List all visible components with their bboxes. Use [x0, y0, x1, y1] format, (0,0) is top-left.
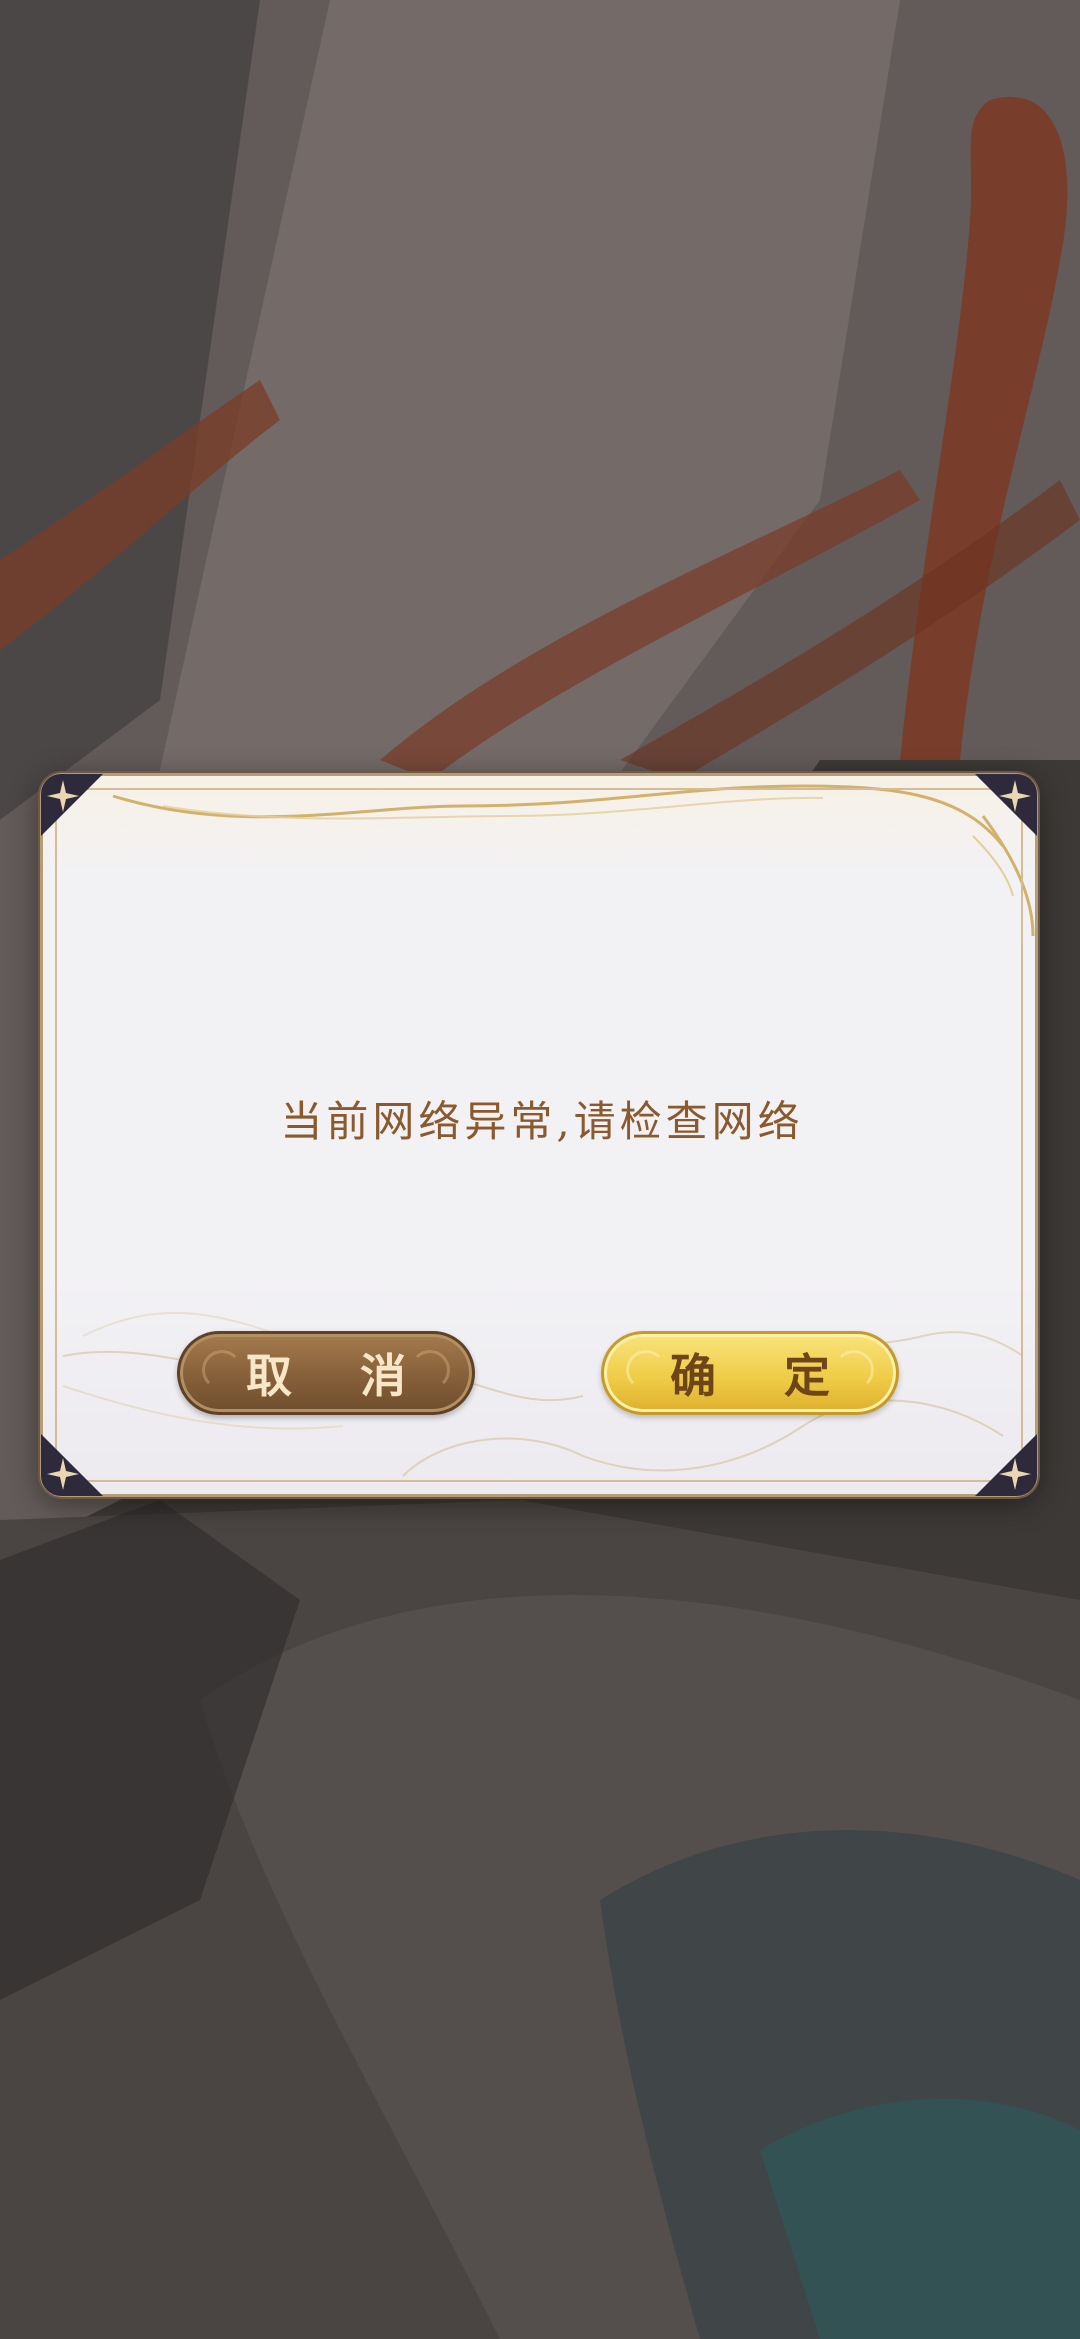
confirm-button[interactable]: 确 定	[601, 1331, 899, 1415]
dialog-message: 当前网络异常,请检查网络	[280, 1097, 804, 1146]
confirm-button-label: 确 定	[669, 1349, 856, 1403]
four-point-star-icon	[41, 774, 103, 836]
four-point-star-icon	[41, 1434, 103, 1496]
cancel-button-label: 取 消	[245, 1349, 432, 1403]
network-error-dialog: 当前网络异常,请检查网络 取 消 确 定	[40, 773, 1038, 1497]
four-point-star-icon	[975, 1434, 1037, 1496]
cancel-button[interactable]: 取 消	[177, 1331, 475, 1415]
four-point-star-icon	[975, 774, 1037, 836]
